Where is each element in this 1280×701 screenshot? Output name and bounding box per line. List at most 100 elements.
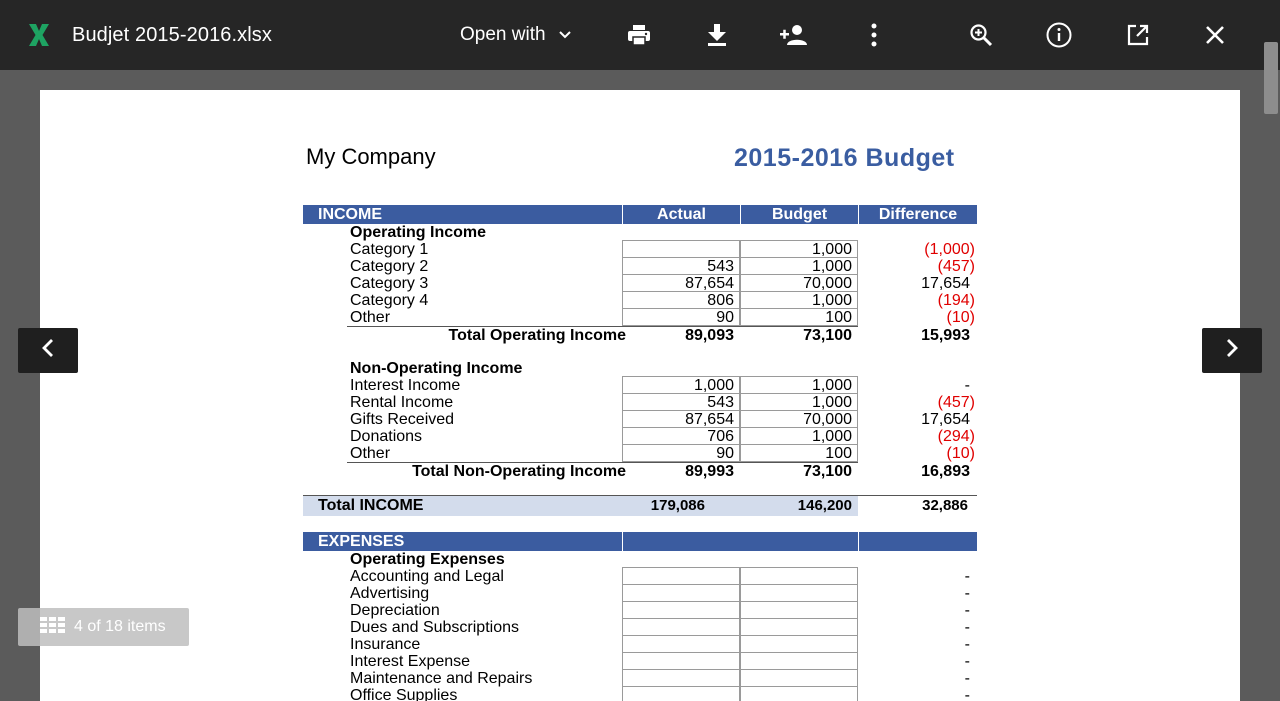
row-label: Other	[350, 309, 391, 326]
actual-value: 706	[707, 428, 734, 445]
budget-heading: 2015-2016 Budget	[734, 144, 955, 172]
total-income-label: Total INCOME	[318, 497, 424, 514]
income-header: INCOME Actual Budget Difference	[303, 205, 977, 224]
actual-cell[interactable]	[622, 618, 740, 636]
item-counter-button[interactable]: 4 of 18 items	[18, 608, 189, 646]
difference-value: (10)	[946, 445, 975, 462]
info-icon	[1046, 22, 1072, 48]
difference-value: (10)	[946, 309, 975, 326]
total-actual: 89,993	[685, 463, 734, 480]
row-label: Category 2	[350, 258, 429, 275]
chevron-down-icon	[558, 24, 572, 46]
more-options-button[interactable]	[857, 18, 891, 52]
budget-value: 1,000	[811, 258, 852, 275]
excel-icon	[27, 22, 51, 48]
difference-value: (294)	[937, 428, 975, 445]
more-vert-icon	[871, 23, 877, 47]
row-label: Rental Income	[350, 394, 454, 411]
difference-value: -	[964, 636, 970, 653]
previous-item-button[interactable]	[18, 328, 78, 373]
actual-cell[interactable]	[622, 669, 740, 687]
budget-value: 70,000	[803, 275, 852, 292]
share-button[interactable]	[778, 18, 812, 52]
close-button[interactable]	[1198, 18, 1232, 52]
difference-value: -	[964, 653, 970, 670]
chevron-right-icon	[1225, 338, 1239, 363]
budget-value: 1,000	[811, 241, 852, 258]
close-icon	[1205, 25, 1225, 45]
actual-value: 87,654	[685, 275, 734, 292]
total-income-budget: 146,200	[797, 497, 852, 514]
difference-column-header: Difference	[858, 205, 977, 224]
info-button[interactable]	[1042, 18, 1076, 52]
total-income-top-line	[303, 495, 977, 496]
budget-cell[interactable]	[740, 567, 858, 585]
row-label: Other	[350, 445, 391, 462]
difference-value: 17,654	[921, 275, 970, 292]
row-label: Accounting and Legal	[350, 568, 504, 585]
row-label: Gifts Received	[350, 411, 455, 428]
budget-cell[interactable]	[740, 601, 858, 619]
row-label: Category 4	[350, 292, 429, 309]
actual-cell[interactable]	[622, 635, 740, 653]
print-icon	[627, 24, 651, 46]
budget-value: 1,000	[811, 377, 852, 394]
section-title: Operating Income	[350, 224, 487, 241]
difference-value: -	[964, 619, 970, 636]
budget-cell[interactable]	[740, 618, 858, 636]
print-button[interactable]	[622, 18, 656, 52]
budget-cell[interactable]	[740, 669, 858, 687]
budget-cell[interactable]	[740, 686, 858, 701]
add-person-icon	[780, 24, 810, 46]
download-icon	[706, 23, 728, 47]
total-income-actual: 179,086	[650, 497, 705, 514]
zoom-in-icon	[969, 23, 993, 47]
budget-value: 1,000	[811, 428, 852, 445]
item-counter-label: 4 of 18 items	[74, 618, 166, 635]
total-actual: 89,093	[685, 327, 734, 344]
difference-value: -	[964, 602, 970, 619]
actual-value: 543	[707, 394, 734, 411]
total-label: Total Operating Income	[448, 327, 627, 344]
zoom-in-button[interactable]	[964, 18, 998, 52]
open-with-button[interactable]: Open with	[447, 16, 585, 54]
actual-value: 87,654	[685, 411, 734, 428]
scrollbar-thumb[interactable]	[1264, 42, 1278, 114]
difference-value: -	[964, 670, 970, 687]
budget-value: 1,000	[811, 394, 852, 411]
actual-cell[interactable]	[622, 584, 740, 602]
budget-cell[interactable]	[740, 652, 858, 670]
difference-value: (194)	[937, 292, 975, 309]
next-item-button[interactable]	[1202, 328, 1262, 373]
total-label: Total Non-Operating Income	[412, 463, 626, 480]
actual-cell[interactable]	[622, 652, 740, 670]
total-budget: 73,100	[803, 327, 852, 344]
actual-cell[interactable]	[622, 601, 740, 619]
row-label: Interest Expense	[350, 653, 471, 670]
expenses-header: EXPENSES	[303, 532, 977, 551]
open-in-new-icon	[1126, 23, 1150, 47]
budget-cell[interactable]	[740, 584, 858, 602]
difference-value: -	[964, 377, 970, 394]
budget-cell[interactable]	[740, 635, 858, 653]
actual-value: 90	[716, 445, 734, 462]
budget-column-header: Budget	[740, 205, 858, 224]
file-title: Budjet 2015-2016.xlsx	[72, 24, 273, 46]
actual-column-header: Actual	[622, 205, 740, 224]
row-label: Advertising	[350, 585, 430, 602]
budget-value: 1,000	[811, 292, 852, 309]
expenses-header-divider	[622, 532, 858, 551]
row-label: Maintenance and Repairs	[350, 670, 533, 687]
actual-value: 1,000	[693, 377, 734, 394]
total-difference: 15,993	[921, 327, 970, 344]
actual-cell[interactable]	[622, 686, 740, 701]
total-difference: 16,893	[921, 463, 970, 480]
open-in-new-window-button[interactable]	[1121, 18, 1155, 52]
row-label: Insurance	[350, 636, 421, 653]
row-label: Office Supplies	[350, 687, 458, 701]
budget-value: 100	[825, 445, 852, 462]
difference-value: 17,654	[921, 411, 970, 428]
company-name: My Company	[306, 144, 436, 169]
download-button[interactable]	[700, 18, 734, 52]
actual-cell[interactable]	[622, 567, 740, 585]
